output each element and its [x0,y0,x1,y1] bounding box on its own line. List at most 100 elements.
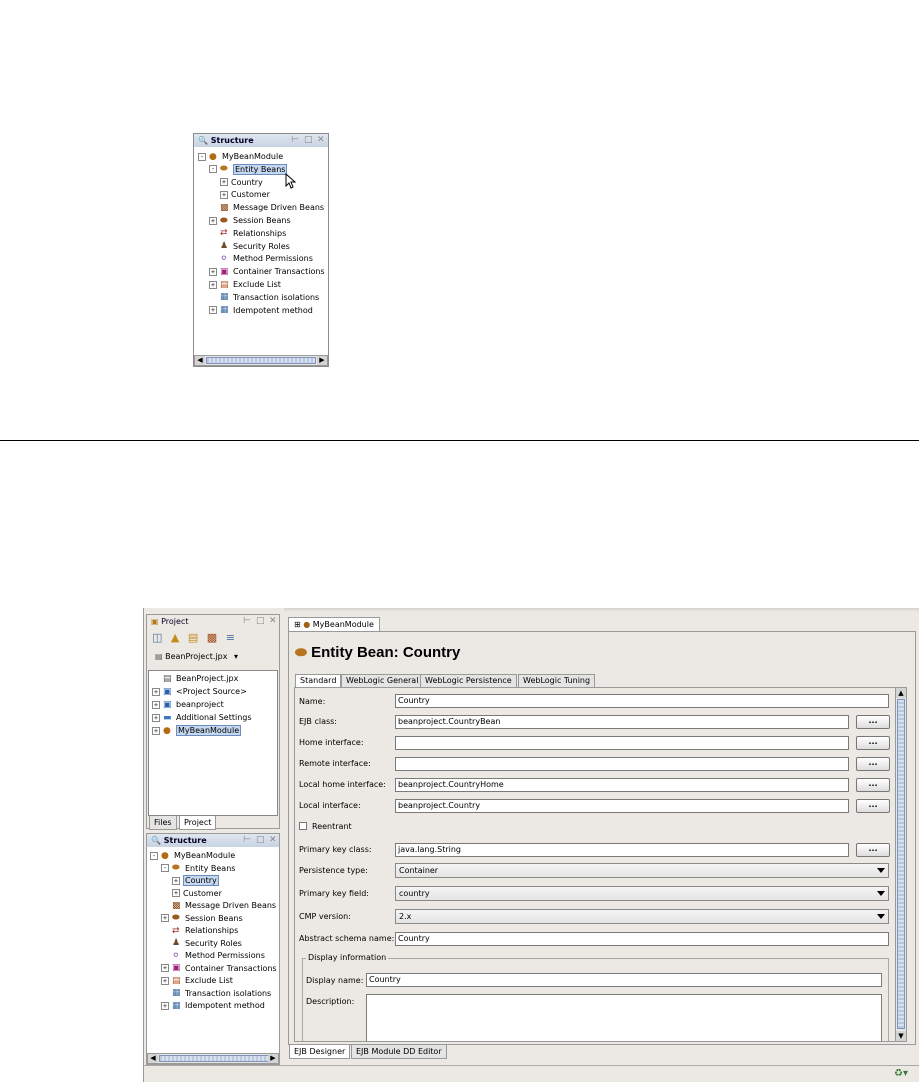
tab-weblogic-persistence[interactable]: WebLogic Persistence [420,674,517,687]
scroll-right-icon[interactable]: ▶ [268,1054,278,1063]
expand-icon[interactable]: + [172,876,180,885]
scroll-right-icon[interactable]: ▶ [317,356,327,365]
chevron-down-icon[interactable]: ▾ [234,652,238,661]
expand-icon[interactable]: + [152,726,160,735]
tree-item-container-transactions[interactable]: + ▣ Container Transactions [161,962,277,975]
collapse-icon[interactable]: - [161,864,169,872]
tab-ejb-designer[interactable]: EJB Designer [289,1045,351,1059]
expand-icon[interactable]: + [209,216,217,225]
local-interface-browse-button[interactable]: ... [856,799,890,813]
expand-icon[interactable]: + [161,914,169,922]
expand-icon[interactable]: + [209,306,217,315]
tree-item-relationships[interactable]: ⇄ Relationships [209,227,286,240]
cmp-version-select[interactable]: 2.x [395,909,889,924]
pin-icon[interactable]: ⊢ [291,134,299,147]
tree-item-idempotent-method[interactable]: + ▦ Idempotent method [209,304,313,317]
scroll-thumb[interactable] [159,1055,269,1062]
tree-item-customer[interactable]: + Customer [172,887,222,900]
persistence-type-select[interactable]: Container [395,863,889,878]
tab-files[interactable]: Files [149,816,177,830]
tree-item-session-beans[interactable]: + ⬬ Session Beans [209,214,291,227]
description-field[interactable] [366,994,882,1041]
open-project-icon[interactable]: ▲ [171,631,179,644]
expand-icon[interactable]: + [209,267,217,276]
tree-item-message-driven-beans[interactable]: ▩ Message Driven Beans [209,201,324,214]
scroll-down-icon[interactable]: ▼ [896,1031,906,1041]
collapse-icon[interactable]: - [209,165,217,174]
refresh-icon[interactable]: ▩ [207,631,217,644]
tree-item-entity-beans[interactable]: - ⬬ Entity Beans [209,163,288,176]
remote-interface-browse-button[interactable]: ... [856,757,890,771]
primary-key-field-select[interactable]: country [395,886,889,901]
document-tab[interactable]: ⊞ ● MyBeanModule [288,617,380,632]
tab-weblogic-tuning[interactable]: WebLogic Tuning [518,674,596,687]
maximize-icon[interactable]: □ [256,615,265,628]
close-icon[interactable]: ✕ [317,134,325,147]
ejb-class-field[interactable]: beanproject.CountryBean [395,715,849,729]
expand-icon[interactable]: + [172,889,180,897]
horizontal-scrollbar[interactable]: ◀ ▶ [194,355,328,366]
tree-item-beanproject[interactable]: + ▣ beanproject [152,698,224,711]
expand-icon[interactable]: + [152,687,160,696]
tab-ejb-module-dd-editor[interactable]: EJB Module DD Editor [351,1045,447,1059]
tree-item-container-transactions[interactable]: + ▣ Container Transactions [209,265,325,278]
name-field[interactable]: Country [395,694,889,708]
reentrant-label[interactable]: Reentrant [312,822,352,831]
tree-item-transaction-isolations[interactable]: ▦ Transaction isolations [209,291,319,304]
tree-item-transaction-isolations[interactable]: ▦ Transaction isolations [161,987,271,1000]
tree-item-country[interactable]: + Country [220,176,263,189]
reentrant-checkbox[interactable] [299,822,307,830]
scroll-up-icon[interactable]: ▲ [896,688,906,698]
expand-icon[interactable]: + [161,976,169,985]
tree-item-mybeanmodule[interactable]: - ● MyBeanModule [198,150,283,163]
tree-item-message-driven-beans[interactable]: ▩ Message Driven Beans [161,899,276,912]
horizontal-scrollbar[interactable]: ◀ ▶ [147,1053,279,1064]
tab-project[interactable]: Project [179,816,217,830]
expand-icon[interactable]: + [209,280,217,289]
new-folder-icon[interactable]: ▤ [188,631,198,644]
scroll-thumb[interactable] [897,699,905,1029]
tree-item-method-permissions[interactable]: ⚪ Method Permissions [209,252,313,265]
project-selector[interactable]: ▤ BeanProject.jpx ▾ [155,650,238,664]
scroll-thumb[interactable] [206,357,316,364]
tree-item-session-beans[interactable]: + ⬬ Session Beans [161,912,243,925]
local-interface-field[interactable]: beanproject.Country [395,799,849,813]
chevron-down-icon[interactable] [877,868,885,873]
pin-icon[interactable]: ⊢ [243,834,251,847]
tree-item-mybeanmodule[interactable]: + ● MyBeanModule [152,724,242,737]
close-icon[interactable]: ✕ [269,834,277,847]
grid-icon[interactable]: ⊞ [294,620,301,629]
close-icon[interactable]: ✕ [269,615,277,628]
tree-item-mybeanmodule[interactable]: - ● MyBeanModule [150,849,235,862]
home-interface-field[interactable] [395,736,849,750]
recycle-icon[interactable]: ♻▾ [894,1068,908,1079]
expand-icon[interactable]: + [161,1001,169,1010]
add-files-icon[interactable]: ◫ [152,631,162,644]
tree-item-exclude-list[interactable]: + ▤ Exclude List [161,974,233,987]
tree-item-method-permissions[interactable]: ⚪ Method Permissions [161,949,265,962]
scroll-left-icon[interactable]: ◀ [195,356,205,365]
tab-standard[interactable]: Standard [295,674,342,687]
tree-item-additional-settings[interactable]: + ▬ Additional Settings [152,711,252,724]
primary-key-class-field[interactable]: java.lang.String [395,843,849,857]
abstract-schema-name-field[interactable]: Country [395,932,889,946]
chevron-down-icon[interactable] [877,914,885,919]
maximize-icon[interactable]: □ [256,834,265,847]
tree-item-entity-beans[interactable]: - ⬬ Entity Beans [161,862,235,875]
ejb-class-browse-button[interactable]: ... [856,715,890,729]
expand-icon[interactable]: + [152,700,160,709]
collapse-icon[interactable]: - [198,152,206,161]
tree-item-beanproject-jpx[interactable]: ▤ BeanProject.jpx [152,672,238,685]
tab-weblogic-general[interactable]: WebLogic General [341,674,424,687]
expand-icon[interactable]: + [152,713,160,722]
pin-icon[interactable]: ⊢ [243,615,251,628]
expand-icon[interactable]: + [220,178,228,187]
tree-item-customer[interactable]: + Customer [220,188,270,201]
local-home-interface-browse-button[interactable]: ... [856,778,890,792]
vertical-scrollbar[interactable]: ▲ ▼ [895,688,906,1041]
tree-item-country[interactable]: + Country [172,874,219,887]
tree-item-relationships[interactable]: ⇄ Relationships [161,924,238,937]
tree-item-security-roles[interactable]: ♟ Security Roles [209,240,290,253]
expand-icon[interactable]: + [220,190,228,199]
chevron-down-icon[interactable] [877,891,885,896]
